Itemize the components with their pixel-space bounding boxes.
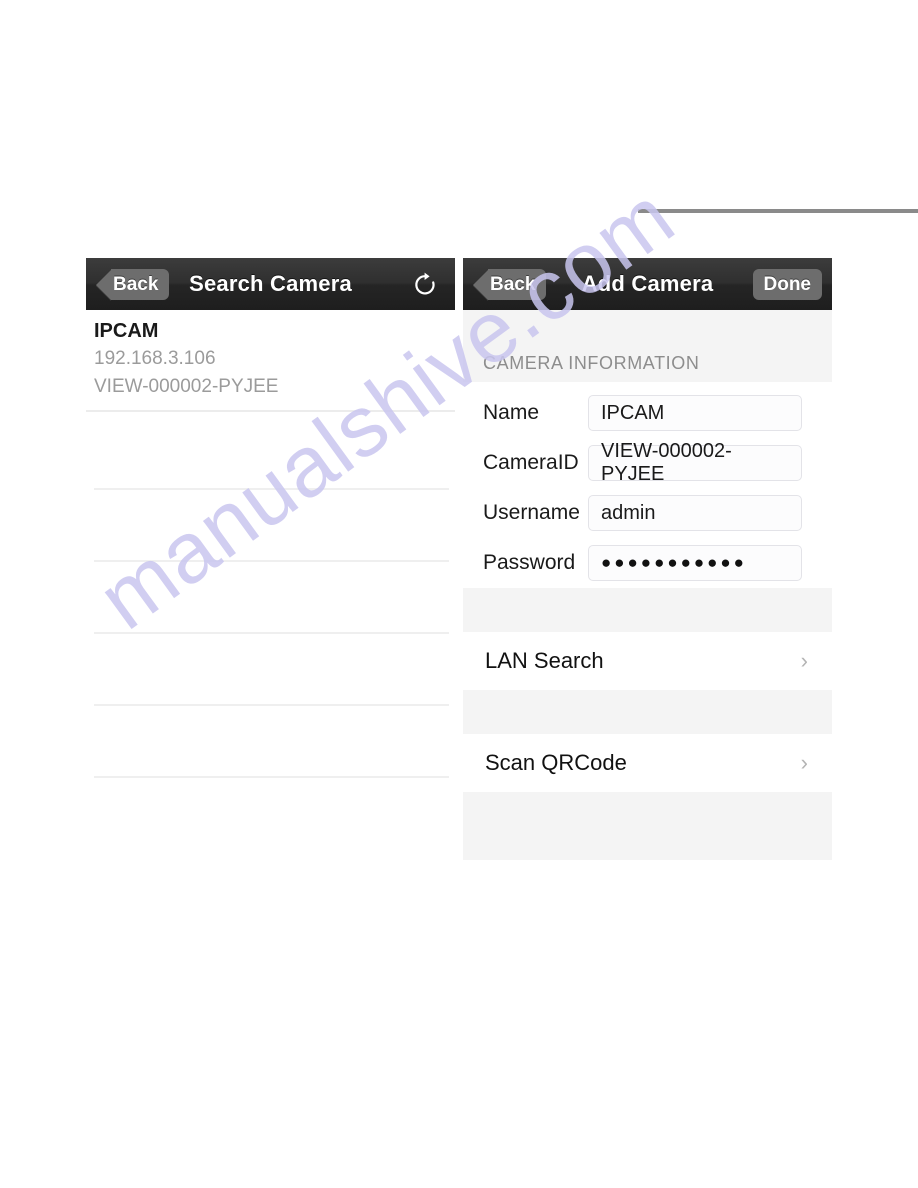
name-field-row: Name IPCAM [463,388,832,438]
add-camera-navbar: Back Add Camera Done [463,258,832,310]
camera-information-section-header: CAMERA INFORMATION [463,310,832,382]
list-item[interactable]: IPCAM 192.168.3.106 VIEW-000002-PYJEE [86,310,455,413]
scan-qrcode-label: Scan QRCode [485,750,627,775]
scan-qrcode-row[interactable]: Scan QRCode › [463,734,832,792]
camera-uid: VIEW-000002-PYJEE [94,375,279,397]
username-input[interactable]: admin [588,495,802,531]
bottom-filler [463,792,832,860]
chevron-right-icon: › [800,648,808,673]
camera-information-form: Name IPCAM CameraID VIEW-000002-PYJEE Us… [463,382,832,588]
back-button-label: Back [488,269,547,300]
password-field-label: Password [483,551,576,574]
search-results-list: IPCAM 192.168.3.106 VIEW-000002-PYJEE [86,310,455,779]
page-title: Add Camera [581,271,714,296]
refresh-icon[interactable] [409,269,441,301]
name-input[interactable]: IPCAM [588,395,802,431]
search-camera-screen: Back Search Camera IPCAM 192.168.3.106 V… [86,258,455,779]
back-arrow-icon [96,269,111,300]
back-arrow-icon [473,269,488,300]
camera-id-field-row: CameraID VIEW-000002-PYJEE [463,438,832,488]
back-button-label: Back [111,269,170,300]
name-field-label: Name [483,401,540,424]
list-item-empty [94,490,449,563]
camera-id-input[interactable]: VIEW-000002-PYJEE [588,440,802,485]
section-gap [463,690,832,734]
section-gap [463,588,832,632]
username-field-label: Username [483,501,580,524]
lan-search-label: LAN Search [485,648,604,673]
lan-search-row[interactable]: LAN Search › [463,632,832,690]
camera-name: IPCAM [94,320,159,342]
camera-ip: 192.168.3.106 [94,348,216,369]
add-camera-screen: Back Add Camera Done CAMERA INFORMATION … [463,258,832,860]
password-field-row: Password ●●●●●●●●●●● [463,538,832,588]
list-item-empty [94,634,449,707]
search-camera-navbar: Back Search Camera [86,258,455,310]
done-button[interactable]: Done [752,269,822,300]
list-item-empty [94,706,449,779]
back-button[interactable]: Back [473,269,547,300]
back-button[interactable]: Back [96,269,170,300]
chevron-right-icon: › [800,750,808,775]
list-item-empty [94,562,449,635]
page-horizontal-rule [638,209,918,213]
done-button-label: Done [763,273,812,295]
password-input[interactable]: ●●●●●●●●●●● [588,545,802,581]
username-field-row: Username admin [463,488,832,538]
list-item-empty [94,412,449,491]
section-title: CAMERA INFORMATION [483,353,700,373]
page-title: Search Camera [189,271,352,296]
camera-id-field-label: CameraID [483,451,579,474]
